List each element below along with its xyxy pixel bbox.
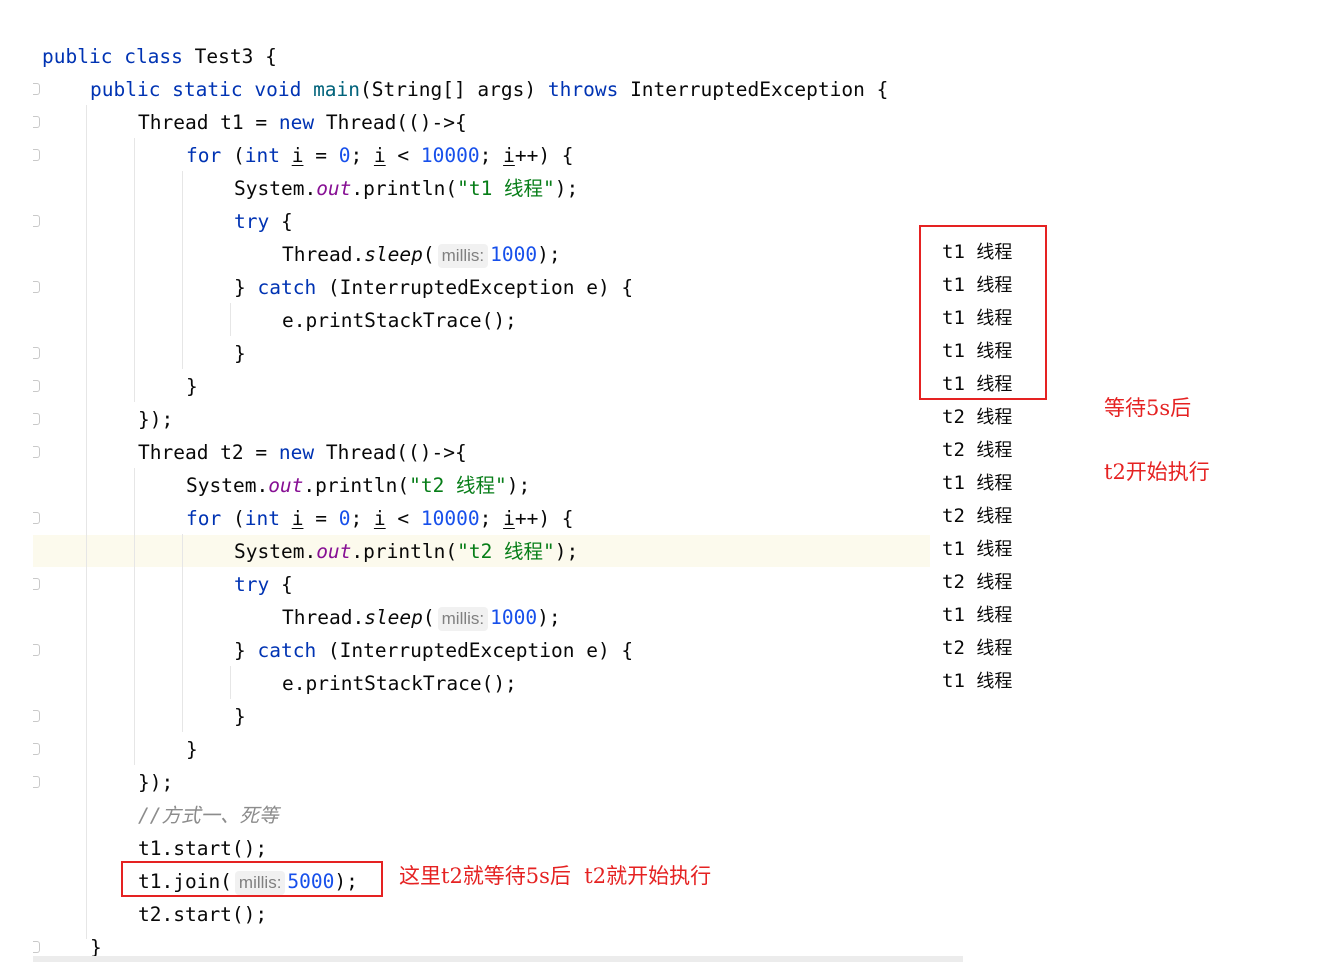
horizontal-scrollbar[interactable]: [33, 956, 963, 962]
fold-marker-icon[interactable]: [33, 512, 40, 524]
code-line-for-loop[interactable]: for (int i = 0; i < 10000; i++) {: [186, 502, 574, 535]
code-editor[interactable]: public class Test3 { public static void …: [0, 0, 963, 965]
thread-text: 线程: [976, 605, 1013, 626]
throws-keyword: throws: [547, 78, 619, 101]
thread-tag: t2: [942, 406, 965, 428]
fold-marker-icon[interactable]: [33, 578, 40, 590]
indent-guide: [86, 105, 87, 939]
code-line-try[interactable]: try {: [234, 205, 293, 238]
indent-guide: [182, 171, 183, 369]
fold-marker-icon[interactable]: [33, 776, 40, 788]
code-line-t1-decl[interactable]: Thread t1 = new Thread(()->{: [138, 106, 467, 139]
fold-marker-icon[interactable]: [33, 413, 40, 425]
console-line: t1 线程: [942, 467, 1012, 500]
code-line-sleep[interactable]: Thread.sleep(millis: 1000);: [282, 238, 561, 271]
wait-note: 等待5s后: [1104, 396, 1192, 420]
thread-text: 线程: [976, 671, 1013, 692]
fold-marker-icon[interactable]: [33, 380, 40, 392]
thread-tag: t2: [942, 571, 965, 593]
thread-tag: t1: [942, 604, 965, 626]
console-line: t2 线程: [942, 401, 1012, 434]
thread-tag: t2: [942, 637, 965, 659]
code-line-for-loop[interactable]: for (int i = 0; i < 10000; i++) {: [186, 139, 574, 172]
code-line-print-stack[interactable]: e.printStackTrace();: [282, 304, 517, 337]
join-note: 这里t2就等待5s后 t2就开始执行: [399, 864, 712, 888]
fold-marker-icon[interactable]: [33, 644, 40, 656]
console-line: t2 线程: [942, 434, 1012, 467]
console-line: t2 线程: [942, 632, 1012, 665]
fold-marker-icon[interactable]: [33, 710, 40, 722]
t1-first-output-highlight: [919, 225, 1047, 400]
console-line: t1 线程: [942, 533, 1012, 566]
code-text: Thread(()->{: [314, 441, 467, 464]
exception-type: InterruptedException {: [618, 78, 889, 101]
fold-marker-icon[interactable]: [33, 743, 40, 755]
thread-text: 线程: [976, 473, 1013, 494]
indent-guide: [230, 303, 231, 336]
fold-marker-icon[interactable]: [33, 149, 40, 161]
thread-tag: t1: [942, 472, 965, 494]
fold-marker-icon[interactable]: [33, 347, 40, 359]
indent-guide: [134, 138, 135, 402]
code-line-sleep[interactable]: Thread.sleep(millis: 1000);: [282, 601, 561, 634]
indent-guide: [230, 666, 231, 699]
fold-marker-icon[interactable]: [33, 446, 40, 458]
console-line: t2 线程: [942, 500, 1012, 533]
fold-marker-icon[interactable]: [33, 215, 40, 227]
code-line-close-thread[interactable]: });: [138, 766, 173, 799]
indent-guide: [182, 534, 183, 732]
thread-text: 线程: [976, 407, 1013, 428]
thread-text: 线程: [976, 572, 1013, 593]
thread-text: 线程: [976, 539, 1013, 560]
keyword: public static void: [90, 78, 314, 101]
fold-marker-icon[interactable]: [33, 83, 40, 95]
parameter-hint: millis:: [437, 244, 489, 268]
code-line-close-brace[interactable]: }: [234, 337, 246, 370]
code-line-try[interactable]: try {: [234, 568, 293, 601]
code-text: Thread t2 =: [138, 441, 279, 464]
code-line-class-decl[interactable]: public class Test3 {: [42, 40, 277, 73]
thread-text: 线程: [976, 638, 1013, 659]
code-line-println[interactable]: System.out.println("t1 线程");: [234, 172, 578, 205]
code-line-print-stack[interactable]: e.printStackTrace();: [282, 667, 517, 700]
thread-text: 线程: [976, 506, 1013, 527]
code-line-close-thread[interactable]: });: [138, 403, 173, 436]
code-line-close-brace[interactable]: }: [186, 370, 198, 403]
code-line-comment[interactable]: //方式一、死等: [138, 799, 278, 832]
thread-tag: t1: [942, 670, 965, 692]
thread-tag: t1: [942, 538, 965, 560]
method-name: main: [313, 78, 361, 101]
code-line-catch[interactable]: } catch (InterruptedException e) {: [234, 634, 633, 667]
thread-text: 线程: [976, 440, 1013, 461]
code-line-println[interactable]: System.out.println("t2 线程");: [234, 535, 578, 568]
code-line-close-brace[interactable]: }: [234, 700, 246, 733]
code-line-start-t2[interactable]: t2.start();: [138, 898, 267, 931]
code-line-main-decl[interactable]: public static void main(String[] args) t…: [90, 73, 888, 106]
console-line: t2 线程: [942, 566, 1012, 599]
parameter-hint: millis:: [437, 607, 489, 631]
console-line: t1 线程: [942, 599, 1012, 632]
new-keyword: new: [278, 441, 315, 464]
code-line-close-brace[interactable]: }: [186, 733, 198, 766]
params: (String[] args): [360, 78, 548, 101]
code-line-t2-decl[interactable]: Thread t2 = new Thread(()->{: [138, 436, 467, 469]
console-line: t1 线程: [942, 665, 1012, 698]
thread-tag: t2: [942, 505, 965, 527]
code-text: Thread(()->{: [314, 111, 467, 134]
fold-marker-icon[interactable]: [33, 281, 40, 293]
join-call-highlight: [121, 861, 383, 897]
fold-marker-icon[interactable]: [33, 941, 40, 953]
indent-guide: [134, 468, 135, 765]
code-text: Thread t1 =: [138, 111, 279, 134]
fold-marker-icon[interactable]: [33, 116, 40, 128]
new-keyword: new: [278, 111, 315, 134]
start-note: t2开始执行: [1104, 460, 1210, 484]
thread-tag: t2: [942, 439, 965, 461]
code-line-println[interactable]: System.out.println("t2 线程");: [186, 469, 530, 502]
code-line-catch[interactable]: } catch (InterruptedException e) {: [234, 271, 633, 304]
